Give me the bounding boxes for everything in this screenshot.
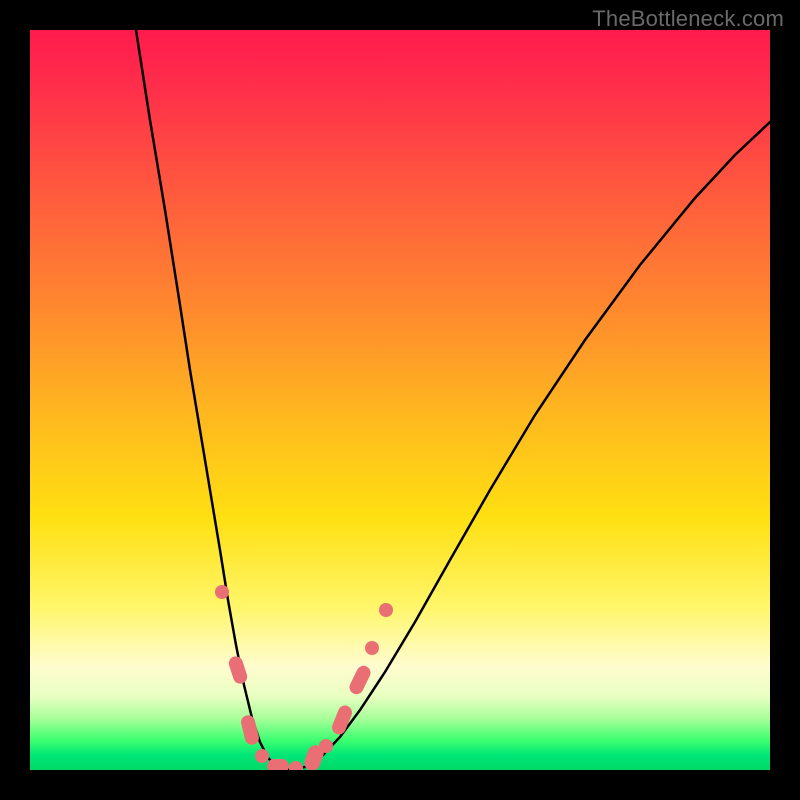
marker-dot — [379, 603, 393, 617]
marker-dot — [365, 641, 379, 655]
curve-layer — [30, 30, 770, 770]
chart-frame: TheBottleneck.com — [0, 0, 800, 800]
marker-lozenge — [267, 759, 289, 770]
marker-dot — [319, 739, 333, 753]
marker-dot — [255, 749, 269, 763]
marker-lozenge — [347, 663, 373, 696]
marker-dot — [215, 585, 229, 599]
watermark-label: TheBottleneck.com — [592, 6, 784, 32]
marker-layer — [215, 585, 393, 770]
marker-lozenge — [330, 703, 354, 736]
plot-area — [30, 30, 770, 770]
marker-dot — [289, 761, 303, 770]
marker-lozenge — [227, 655, 249, 686]
